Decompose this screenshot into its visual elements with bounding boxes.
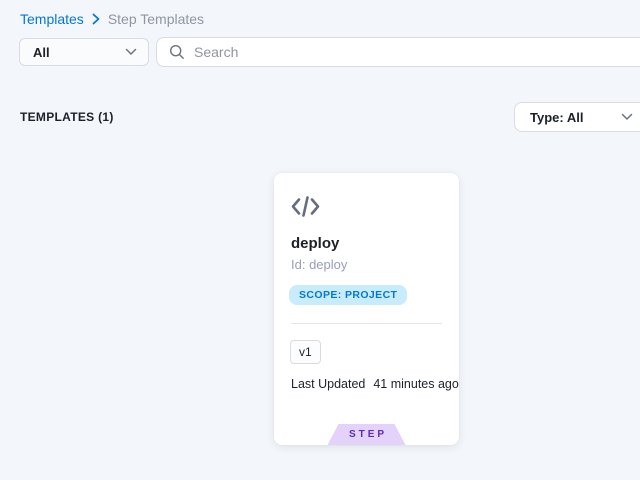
search-icon	[169, 44, 185, 60]
scope-filter-dropdown[interactable]: All	[19, 38, 149, 66]
template-card-deploy[interactable]: deploy Id: deploy SCOPE: PROJECT v1 Last…	[274, 173, 459, 445]
scope-badge: SCOPE: PROJECT	[289, 285, 407, 305]
version-chip: v1	[290, 340, 321, 364]
last-updated: Last Updated 41 minutes ago	[291, 377, 459, 391]
type-filter-dropdown[interactable]: Type: All	[514, 102, 640, 132]
breadcrumb: Templates Step Templates	[20, 11, 204, 27]
code-icon	[290, 195, 321, 223]
template-name: deploy	[291, 235, 339, 252]
page: Templates Step Templates All TEMPLATES (…	[0, 0, 640, 480]
type-filter-value: Type: All	[530, 110, 583, 125]
template-type-tag: STEP	[328, 424, 406, 445]
breadcrumb-templates-link[interactable]: Templates	[20, 11, 84, 27]
breadcrumb-current-page: Step Templates	[108, 11, 204, 27]
last-updated-label: Last Updated	[291, 377, 365, 391]
template-id: Id: deploy	[291, 257, 347, 272]
search-box	[156, 37, 640, 67]
card-divider	[291, 323, 442, 324]
search-input[interactable]	[194, 44, 635, 60]
scope-filter-value: All	[33, 45, 50, 60]
chevron-right-icon	[92, 13, 100, 25]
chevron-down-icon	[125, 48, 137, 56]
templates-count-label: TEMPLATES (1)	[20, 110, 114, 124]
chevron-down-icon	[621, 113, 633, 121]
last-updated-value: 41 minutes ago	[373, 377, 458, 391]
